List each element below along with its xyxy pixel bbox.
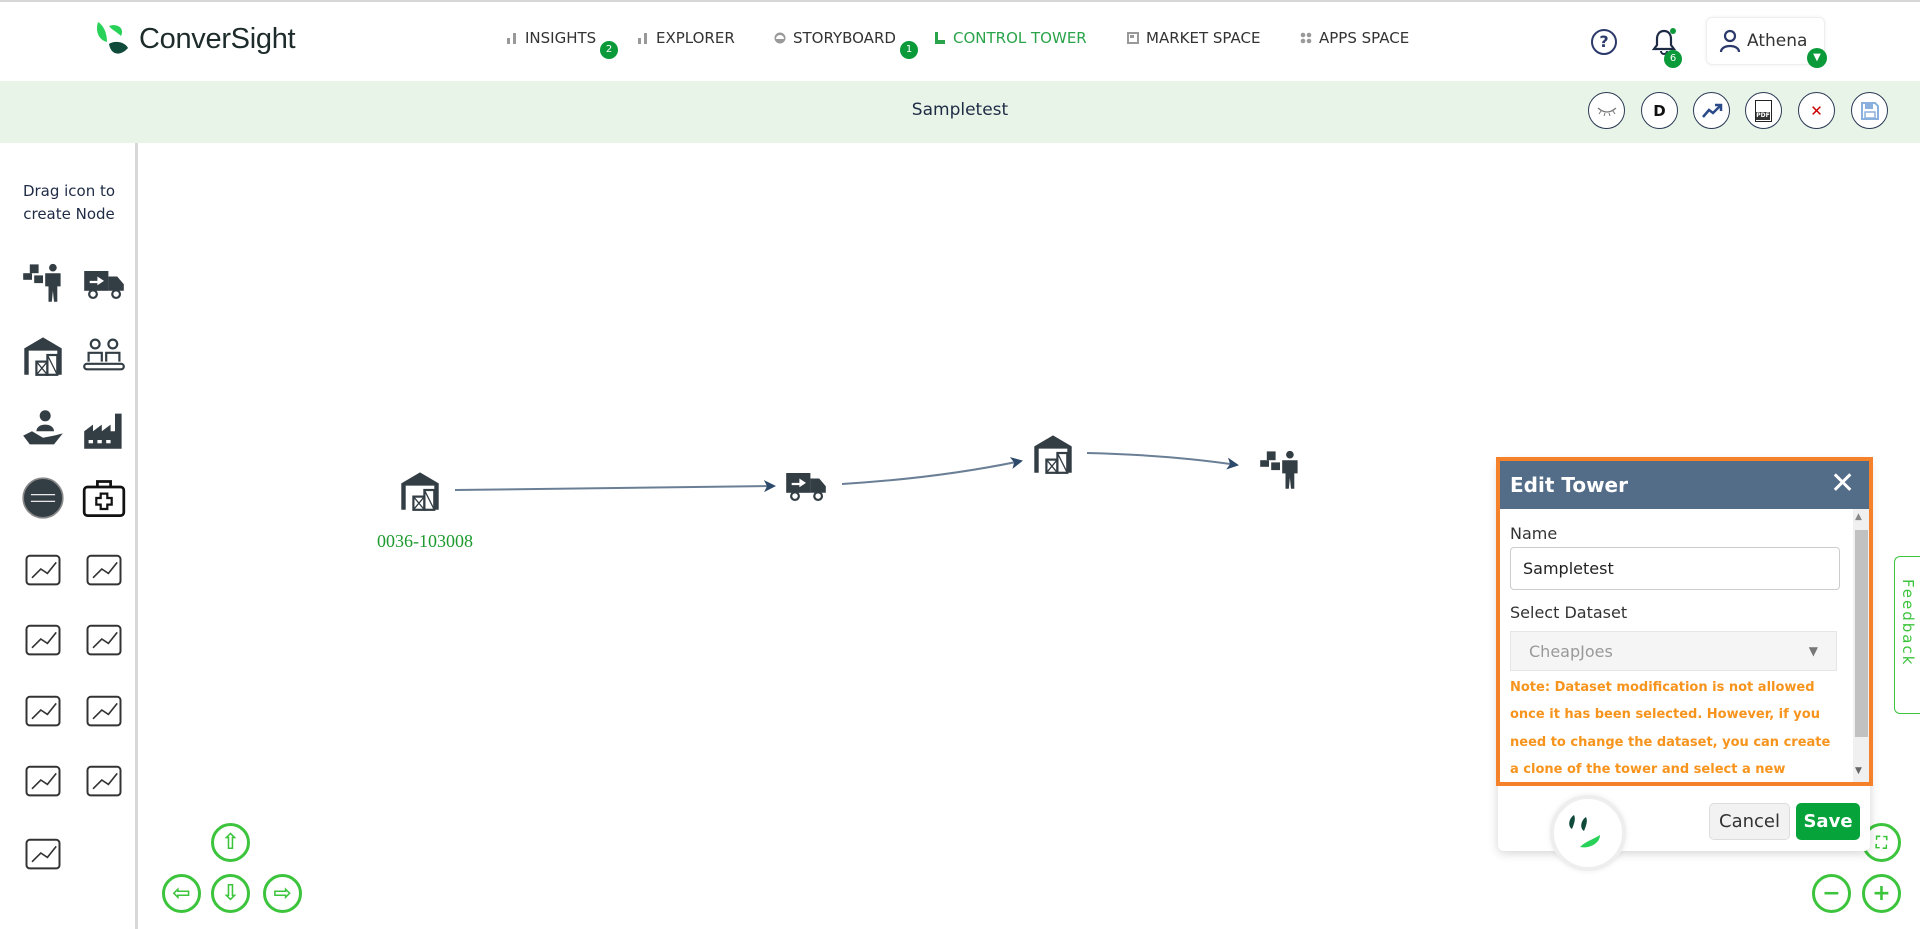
node-warehouse[interactable]	[401, 472, 439, 511]
save-button[interactable]: Save	[1796, 803, 1860, 840]
fit-screen-icon: ⛶	[1875, 832, 1888, 852]
node-delivery-truck[interactable]	[786, 473, 826, 502]
edge[interactable]	[454, 480, 776, 493]
node-worker-boxes[interactable]	[1260, 450, 1298, 489]
cancel-button[interactable]: Cancel	[1709, 803, 1790, 840]
assistant-logo-icon	[1569, 815, 1600, 848]
feedback-tab[interactable]: Feedback	[1894, 556, 1920, 714]
node-warehouse[interactable]	[1034, 435, 1072, 474]
zoom-out-button[interactable]: −	[1812, 874, 1851, 913]
edge[interactable]	[1086, 452, 1239, 470]
edge[interactable]	[841, 457, 1023, 485]
feedback-label: Feedback	[1899, 579, 1917, 667]
node-label[interactable]: 0036-103008	[360, 531, 490, 552]
highlight-outline	[1496, 457, 1873, 786]
plus-icon: +	[1872, 881, 1891, 906]
assistant-chat-button[interactable]	[1550, 795, 1626, 871]
minus-icon: −	[1822, 881, 1841, 906]
zoom-in-button[interactable]: +	[1862, 874, 1901, 913]
